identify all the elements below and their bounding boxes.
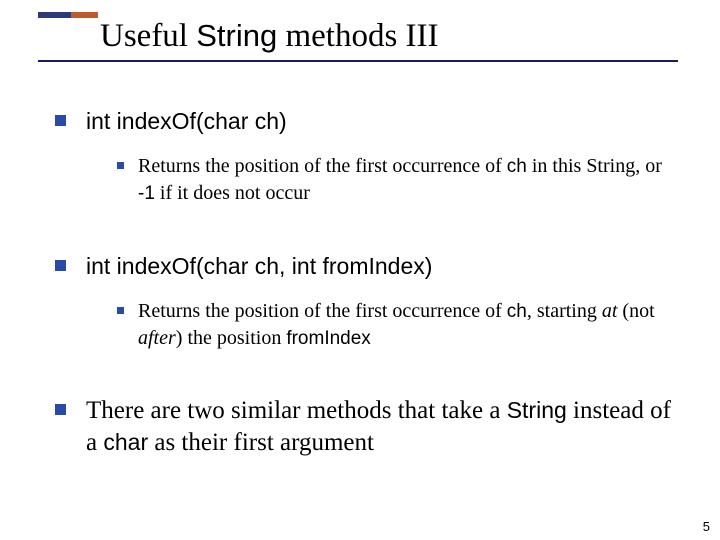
inline-code: ch — [507, 301, 527, 322]
title-code: String — [196, 18, 277, 53]
bullet-level1: There are two similar methods that take … — [55, 395, 675, 458]
italic-run: after — [138, 327, 176, 349]
text-run: in this String, or — [527, 155, 662, 177]
text-run: if it does not occur — [155, 182, 310, 204]
inline-code: String — [507, 397, 567, 423]
bullet-square-small-icon — [117, 162, 124, 169]
text-run: as their first argument — [148, 429, 374, 456]
bullet2-text: Returns the position of the first occurr… — [138, 298, 675, 351]
bullet1-text: There are two similar methods that take … — [86, 395, 675, 458]
bullet-square-icon — [55, 404, 66, 415]
inline-code: fromIndex — [286, 328, 370, 349]
content-area: int indexOf(char ch) Returns the positio… — [55, 106, 675, 464]
bullet-level2: Returns the position of the first occurr… — [117, 298, 675, 351]
text-run: There are two similar methods that take … — [86, 397, 507, 424]
method-signature: int indexOf(char ch) — [86, 108, 287, 134]
bullet-level1: int indexOf(char ch) — [55, 106, 675, 137]
title-text-post: methods III — [277, 18, 438, 54]
slide: Useful String methods III int indexOf(ch… — [0, 0, 720, 540]
bullet-level2: Returns the position of the first occurr… — [117, 153, 675, 206]
method-signature: int indexOf(char ch, int fromIndex) — [86, 253, 432, 279]
text-run: (not — [617, 300, 654, 322]
bullet-square-small-icon — [117, 307, 124, 314]
title-block: Useful String methods III — [38, 12, 439, 56]
italic-run: at — [602, 300, 618, 322]
title-underline — [38, 60, 678, 62]
bullet2-text: Returns the position of the first occurr… — [138, 153, 675, 206]
spacer — [55, 237, 675, 251]
text-run: Returns the position of the first occurr… — [138, 155, 507, 177]
bullet-level1: int indexOf(char ch, int fromIndex) — [55, 251, 675, 282]
bullet-square-icon — [55, 260, 66, 271]
bullet1-text: int indexOf(char ch, int fromIndex) — [86, 251, 432, 282]
bullet-square-icon — [55, 115, 66, 126]
text-run: ) the position — [176, 327, 287, 349]
page-number: 5 — [703, 519, 710, 534]
text-run: , starting — [527, 300, 602, 322]
inline-code: char — [103, 429, 148, 455]
title-text-pre: Useful — [100, 18, 196, 54]
title-accent-bar — [38, 12, 98, 18]
slide-title: Useful String methods III — [100, 18, 439, 56]
spacer — [55, 381, 675, 395]
text-run: Returns the position of the first occurr… — [138, 300, 507, 322]
inline-code: ch — [507, 156, 527, 177]
bullet1-text: int indexOf(char ch) — [86, 106, 287, 137]
inline-code: -1 — [138, 183, 155, 204]
